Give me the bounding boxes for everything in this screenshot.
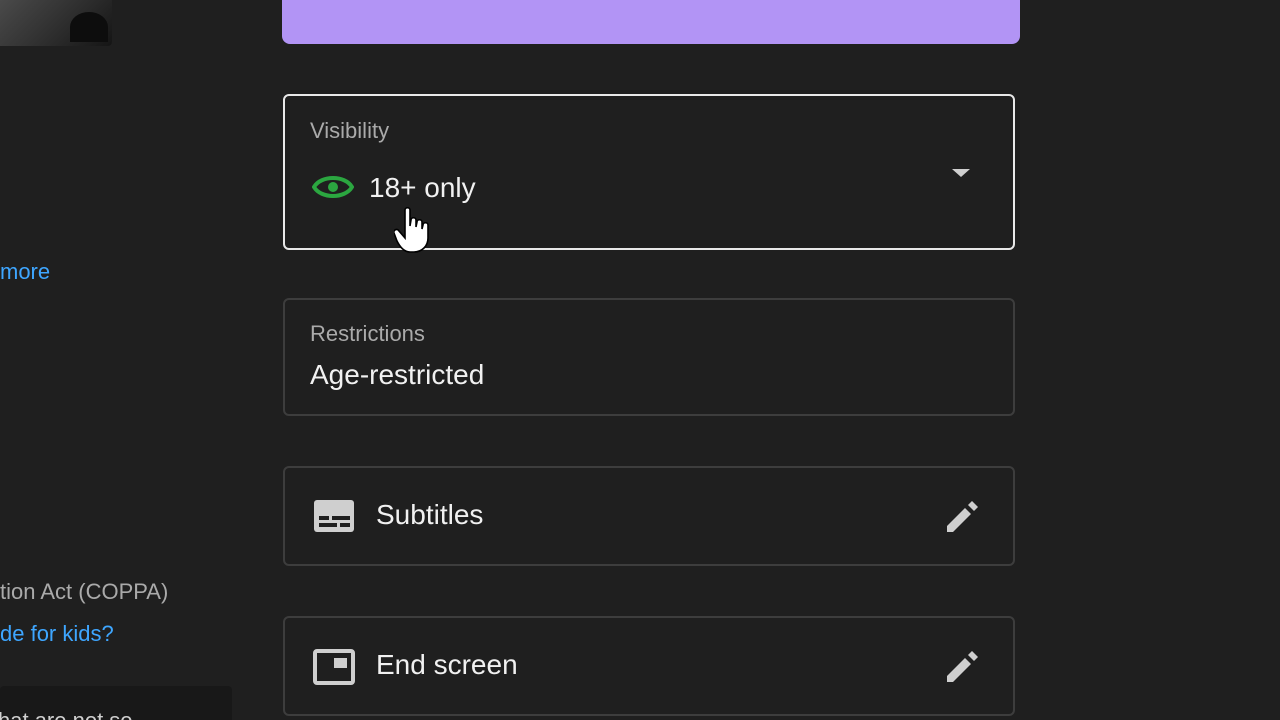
audience-option-text: hat are not so: [0, 708, 133, 720]
subtitles-icon: [312, 498, 356, 539]
restrictions-field: Restrictions Age-restricted: [283, 298, 1015, 416]
visibility-select[interactable]: Visibility 18+ only: [283, 94, 1015, 250]
audience-option-box[interactable]: hat are not so: [0, 686, 232, 720]
restrictions-label: Restrictions: [310, 321, 425, 346]
subtitles-label: Subtitles: [376, 499, 484, 530]
video-details-page: more tion Act (COPPA) de for kids? hat a…: [0, 0, 1280, 720]
hand-cursor-icon: [393, 206, 430, 254]
edit-end-screen-icon[interactable]: [941, 646, 983, 693]
end-screen-row[interactable]: End screen: [283, 616, 1015, 716]
coppa-text: tion Act (COPPA): [0, 579, 169, 604]
end-screen-label: End screen: [376, 649, 518, 680]
eye-icon: [311, 172, 355, 202]
dropdown-arrow-icon: [949, 166, 973, 180]
show-more-link[interactable]: more: [0, 259, 50, 285]
subtitles-row[interactable]: Subtitles: [283, 466, 1015, 566]
edit-subtitles-icon[interactable]: [941, 496, 983, 543]
video-thumbnail[interactable]: [0, 0, 112, 46]
restrictions-value: Age-restricted: [310, 359, 485, 390]
purple-banner[interactable]: [282, 0, 1020, 44]
made-for-kids-link[interactable]: de for kids?: [0, 621, 114, 647]
visibility-label: Visibility: [310, 118, 390, 143]
visibility-value: 18+ only: [369, 172, 476, 203]
end-screen-icon: [312, 648, 356, 691]
